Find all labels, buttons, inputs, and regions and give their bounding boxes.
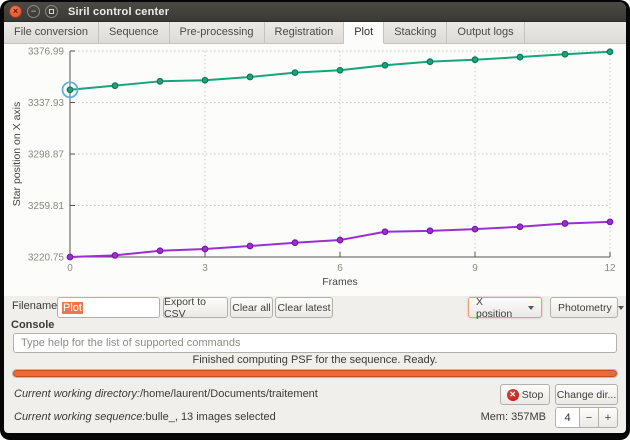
memory-label: Mem: 357MB [404, 411, 546, 423]
sequence-value: bulle_, 13 images selected [145, 411, 275, 423]
progress-bar [12, 369, 618, 378]
filename-label: Filename: [12, 300, 60, 312]
close-button[interactable]: × [9, 5, 22, 18]
tab-output-logs[interactable]: Output logs [447, 22, 524, 43]
filename-value: Plot [62, 302, 83, 314]
minimize-icon: − [31, 7, 36, 16]
window-title: Siril control center [68, 6, 169, 18]
siril-window: × − Siril control center File conversion… [4, 2, 626, 433]
export-csv-button[interactable]: Export to CSV [163, 297, 228, 318]
close-icon: × [13, 7, 18, 16]
filename-input[interactable]: Plot [57, 297, 160, 318]
titlebar: × − Siril control center [4, 2, 626, 22]
cwd-value: /home/laurent/Documents/traitement [140, 388, 318, 400]
window-frame: × − Siril control center File conversion… [0, 0, 630, 440]
console-input[interactable] [13, 333, 617, 353]
plot-canvas[interactable]: 3220.75 3259.81 3298.87 3337.93 3376.99 0 3 6 9 1… [4, 44, 626, 296]
svg-text:3376.99: 3376.99 [28, 47, 65, 58]
status-message: Finished computing PSF for the sequence.… [4, 354, 626, 366]
svg-text:3259.81: 3259.81 [28, 201, 65, 212]
cwd-label: Current working directory: [14, 388, 140, 400]
sequence-row: Current working sequence:bulle_, 13 imag… [14, 411, 276, 423]
svg-text:Star position on X axis: Star position on X axis [11, 102, 23, 206]
maximize-button[interactable] [45, 5, 58, 18]
tab-plot[interactable]: Plot [344, 22, 384, 44]
svg-text:9: 9 [472, 263, 478, 274]
svg-text:3337.93: 3337.93 [28, 98, 65, 109]
spinner-decrement-button[interactable]: − [579, 408, 598, 427]
stop-icon: ✕ [507, 389, 519, 401]
change-dir-button[interactable]: Change dir... [555, 384, 618, 405]
sequence-label: Current working sequence: [14, 411, 145, 423]
axis-select-value: X position [476, 296, 522, 320]
thread-spinner-value[interactable]: 4 [556, 408, 579, 427]
tab-stacking[interactable]: Stacking [384, 22, 447, 43]
progress-fill [13, 370, 617, 377]
axis-select-dropdown[interactable]: X position [468, 297, 542, 318]
cwd-row: Current working directory:/home/laurent/… [14, 388, 318, 400]
chevron-down-icon [528, 306, 534, 310]
svg-text:3: 3 [202, 263, 208, 274]
spinner-increment-button[interactable]: + [598, 408, 617, 427]
thread-spinner: 4 − + [555, 407, 618, 428]
mode-select-dropdown[interactable]: Photometry [550, 297, 618, 318]
stop-button[interactable]: ✕ Stop [500, 384, 550, 405]
tab-file-conversion[interactable]: File conversion [4, 22, 99, 43]
maximize-icon [49, 9, 54, 14]
svg-text:12: 12 [604, 263, 616, 274]
tab-sequence[interactable]: Sequence [99, 22, 170, 43]
minimize-button[interactable]: − [27, 5, 40, 18]
console-label: Console [11, 319, 54, 331]
clear-latest-button[interactable]: Clear latest [275, 297, 333, 318]
svg-text:3298.87: 3298.87 [28, 150, 65, 161]
mode-select-value: Photometry [558, 302, 612, 314]
tab-registration[interactable]: Registration [265, 22, 345, 43]
svg-text:3220.75: 3220.75 [28, 253, 65, 264]
tab-pre-processing[interactable]: Pre-processing [170, 22, 265, 43]
svg-text:0: 0 [67, 263, 73, 274]
star-position-chart[interactable]: 3220.75 3259.81 3298.87 3337.93 3376.99 0 3 6 9 1… [4, 44, 626, 296]
clear-all-button[interactable]: Clear all [230, 297, 273, 318]
svg-text:Frames: Frames [322, 276, 358, 288]
svg-text:6: 6 [337, 263, 343, 274]
stop-label: Stop [522, 389, 544, 401]
tab-bar: File conversionSequencePre-processingReg… [4, 22, 626, 44]
chevron-down-icon [618, 306, 624, 310]
